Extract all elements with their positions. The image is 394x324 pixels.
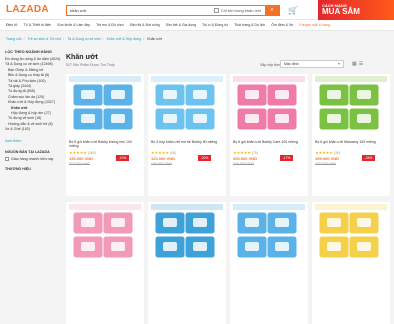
- original-price: 150.000 VND: [151, 162, 173, 166]
- rating-stars: ★★★★★(48): [151, 150, 176, 155]
- sort-value: Mặc định: [284, 62, 299, 66]
- product-card[interactable]: [312, 202, 390, 324]
- seller-filter-title: NGUỒN BÁN TẠI LAZADA: [5, 149, 50, 154]
- discount-badge: -20%: [198, 155, 211, 161]
- breadcrumb: Trang chủ / Trẻ sơ sinh & Trẻ nhỏ / Tã & D…: [6, 37, 162, 41]
- search-icon: ⌕: [270, 7, 274, 13]
- nav-item[interactable]: Siêu thị & Đời sống: [130, 23, 160, 27]
- product-name[interactable]: Bộ 3 hộp khăn ướt em bé Bobby 80 miếng: [151, 140, 223, 148]
- promo-main-text: MUA SẮM: [322, 7, 360, 16]
- product-card[interactable]: [66, 202, 144, 324]
- search-button[interactable]: ⌕: [265, 5, 279, 16]
- checkbox[interactable]: [5, 156, 9, 161]
- chevron-down-icon: ▾: [337, 61, 340, 66]
- checkbox-label: Giao hàng nhanh hôm nay: [11, 156, 54, 161]
- nav-item[interactable]: Trẻ em & Đồ chơi: [96, 23, 123, 27]
- category-filter-list: Đồ dùng ăn uống & ăn dặm (4024) Tã & Dụng…: [5, 57, 62, 133]
- product-image: [69, 76, 141, 140]
- product-price: 120.000 VND: [151, 156, 176, 161]
- search-input[interactable]: [67, 6, 214, 15]
- result-count: 527 Sản Phẩm Được Tìm Thấy: [66, 63, 115, 67]
- lazada-logo[interactable]: LAZADA: [6, 4, 49, 15]
- brand-filter-title: THƯƠNG HIỆU: [5, 166, 31, 171]
- sort-select[interactable]: Mặc định ▾: [280, 60, 344, 68]
- promo-banner[interactable]: CÁCH MẠNG MUA SẮM: [318, 0, 394, 20]
- nav-item[interactable]: Ôm đệm & Xe: [271, 23, 293, 27]
- product-price: 200.000 VND: [233, 156, 258, 161]
- product-image: [69, 204, 141, 268]
- product-image: [315, 76, 387, 140]
- original-price: 240.000 VND: [233, 162, 255, 166]
- results-header: Khăn ướt 527 Sản Phẩm Được Tìm Thấy: [66, 54, 115, 67]
- breadcrumb-link[interactable]: Trang chủ: [6, 37, 22, 41]
- search-scope-checkbox[interactable]: [213, 8, 219, 13]
- product-card[interactable]: [230, 202, 308, 324]
- product-image: [151, 76, 223, 140]
- product-card[interactable]: Bộ 3 hộp khăn ướt em bé Bobby 80 miếng ★★…: [148, 74, 226, 196]
- stars-value: ★★★★★: [315, 150, 333, 155]
- original-price: 270.000 VND: [315, 162, 337, 166]
- view-toggle[interactable]: ▦☰: [352, 61, 365, 67]
- original-price: 210.000 VND: [69, 162, 91, 166]
- sort-label: Sắp xếp theo:: [260, 63, 283, 67]
- filter-sidebar: LỌC THEO NGÀNH HÀNG Đồ dùng ăn uống & ăn…: [0, 50, 62, 263]
- review-count: (35): [333, 151, 340, 155]
- nav-item[interactable]: Điện tử: [6, 23, 18, 27]
- nav-item[interactable]: Túi ví & Đồng hồ: [202, 23, 228, 27]
- breadcrumb-link[interactable]: Tã & Dụng cụ vệ sinh: [67, 37, 100, 41]
- nav-item-promo[interactable]: Khuyến mãi & hàng: [299, 23, 330, 27]
- product-card[interactable]: Bộ 8 gói khăn ướt Bobby không mùi 100 mi…: [66, 74, 144, 196]
- product-price: 190.000 VND: [69, 156, 94, 161]
- breadcrumb-current: Khăn ướt: [147, 37, 162, 41]
- rating-stars: ★★★★★(79): [233, 150, 258, 155]
- see-more-link[interactable]: Xem thêm: [5, 139, 62, 144]
- product-name[interactable]: Bộ 6 gói khăn ướt Mamamy 100 miếng: [315, 140, 387, 148]
- product-image: [151, 204, 223, 268]
- page-title: Khăn ướt: [66, 54, 98, 61]
- discount-badge: -17%: [280, 155, 293, 161]
- product-image: [233, 76, 305, 140]
- rating-stars: ★★★★★(35): [315, 150, 340, 155]
- sidebar-item[interactable]: Xe & Ghế (192): [5, 127, 62, 132]
- nav-item[interactable]: TV & Thiết bị điện: [24, 23, 52, 27]
- list-icon[interactable]: ☰: [359, 61, 365, 67]
- product-card[interactable]: Bộ 6 gói khăn ướt Mamamy 100 miếng ★★★★★(…: [312, 74, 390, 196]
- review-count: (360): [87, 151, 96, 155]
- product-price: 199.000 VND: [315, 156, 340, 161]
- fast-delivery-filter[interactable]: Giao hàng nhanh hôm nay: [5, 156, 62, 161]
- review-count: (48): [169, 151, 176, 155]
- sidebar-item[interactable]: Khăn ướt & Hộp đựng (3327): [5, 100, 62, 105]
- top-header: LAZADA Chỉ tìm trong khăn ướt ⌕ 🛒 CÁCH M…: [0, 0, 394, 20]
- filter-title: LỌC THEO NGÀNH HÀNG: [5, 50, 52, 54]
- search-scope-label: Chỉ tìm trong khăn ướt: [220, 8, 261, 13]
- product-name[interactable]: Bộ 8 gói khăn ướt Bobby không mùi 100 mi…: [69, 140, 141, 148]
- product-card[interactable]: [148, 202, 226, 324]
- product-image: [315, 204, 387, 268]
- nav-item[interactable]: Sim thẻ & Gia dụng: [166, 23, 196, 27]
- discount-badge: -10%: [116, 155, 129, 161]
- stars-value: ★★★★★: [151, 150, 169, 155]
- breadcrumb-link[interactable]: Trẻ sơ sinh & Trẻ nhỏ: [28, 37, 62, 41]
- stars-value: ★★★★★: [69, 150, 87, 155]
- product-image: [233, 204, 305, 268]
- category-nav: Điện tử TV & Thiết bị điện Sức khỏe & Là…: [0, 20, 394, 31]
- review-count: (79): [251, 151, 258, 155]
- rating-stars: ★★★★★(360): [69, 150, 96, 155]
- discount-badge: -26%: [362, 155, 375, 161]
- cart-icon[interactable]: 🛒: [288, 6, 298, 15]
- stars-value: ★★★★★: [233, 150, 251, 155]
- search-bar: Chỉ tìm trong khăn ướt ⌕: [66, 5, 280, 16]
- nav-item[interactable]: Thời trang & Du lịch: [234, 23, 265, 27]
- product-card[interactable]: Bộ 6 gói khăn ướt Bobby Care 100 miếng ★★…: [230, 74, 308, 196]
- product-name[interactable]: Bộ 6 gói khăn ướt Bobby Care 100 miếng: [233, 140, 305, 148]
- nav-item[interactable]: Sức khỏe & Làm đẹp: [57, 23, 90, 27]
- breadcrumb-link[interactable]: Khăn ướt & Hộp đựng: [107, 37, 142, 41]
- grid-icon[interactable]: ▦: [352, 61, 359, 67]
